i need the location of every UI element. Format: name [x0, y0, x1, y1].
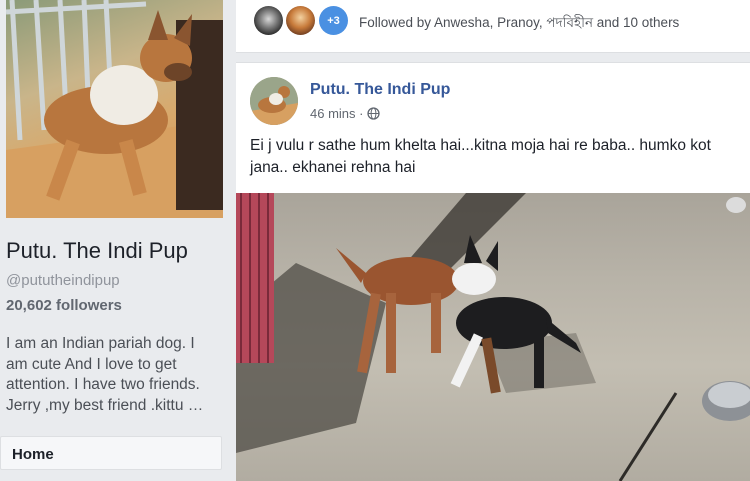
about-line: am cute And I love to get — [6, 355, 177, 373]
post-card: Putu. The Indi Pup 46 mins · Ei j vulu r… — [236, 62, 750, 481]
sidebar-item-label: Home — [12, 446, 54, 463]
post-author-name[interactable]: Putu. The Indi Pup — [310, 81, 450, 99]
post-time-text: 46 mins · — [310, 106, 364, 121]
followed-by-text[interactable]: Followed by Anwesha, Pranoy, পদবিহীন and… — [359, 12, 679, 35]
post-text-line: jana.. ekhanei rehna hai — [250, 159, 416, 176]
post-timestamp[interactable]: 46 mins · — [310, 106, 381, 121]
followed-by-bar: +3 Followed by Anwesha, Pranoy, পদবিহীন … — [236, 0, 750, 53]
post-author-avatar[interactable] — [250, 77, 298, 125]
friend-avatar[interactable] — [286, 6, 315, 35]
post-message: Ei j vulu r sathe hum khelta hai...kitna… — [250, 135, 750, 179]
post-text-line: Ei j vulu r sathe hum khelta hai...kitna… — [250, 137, 711, 154]
about-text: I am an Indian pariah dog. I am cute And… — [6, 334, 228, 416]
about-line: I am an Indian pariah dog. I — [6, 335, 195, 352]
dogs-playing-illustration — [236, 193, 750, 481]
post-video[interactable] — [236, 193, 750, 481]
page-handle[interactable]: @pututheindipup — [6, 272, 120, 289]
globe-icon — [367, 107, 381, 120]
more-friends-badge[interactable]: +3 — [319, 6, 348, 35]
dog-avatar-illustration — [250, 77, 298, 125]
follower-count: 20,602 followers — [6, 297, 122, 314]
dog-photo-illustration — [6, 0, 223, 218]
about-line: attention. I have two friends. — [6, 376, 200, 393]
sidebar-item-home[interactable]: Home — [0, 436, 222, 470]
page-name[interactable]: Putu. The Indi Pup — [6, 238, 188, 264]
friend-avatar[interactable] — [254, 6, 283, 35]
page-sidebar: Putu. The Indi Pup @pututheindipup 20,60… — [0, 0, 236, 480]
about-line[interactable]: Jerry ,my best friend .kittu … — [6, 396, 228, 417]
profile-photo[interactable] — [6, 0, 223, 218]
